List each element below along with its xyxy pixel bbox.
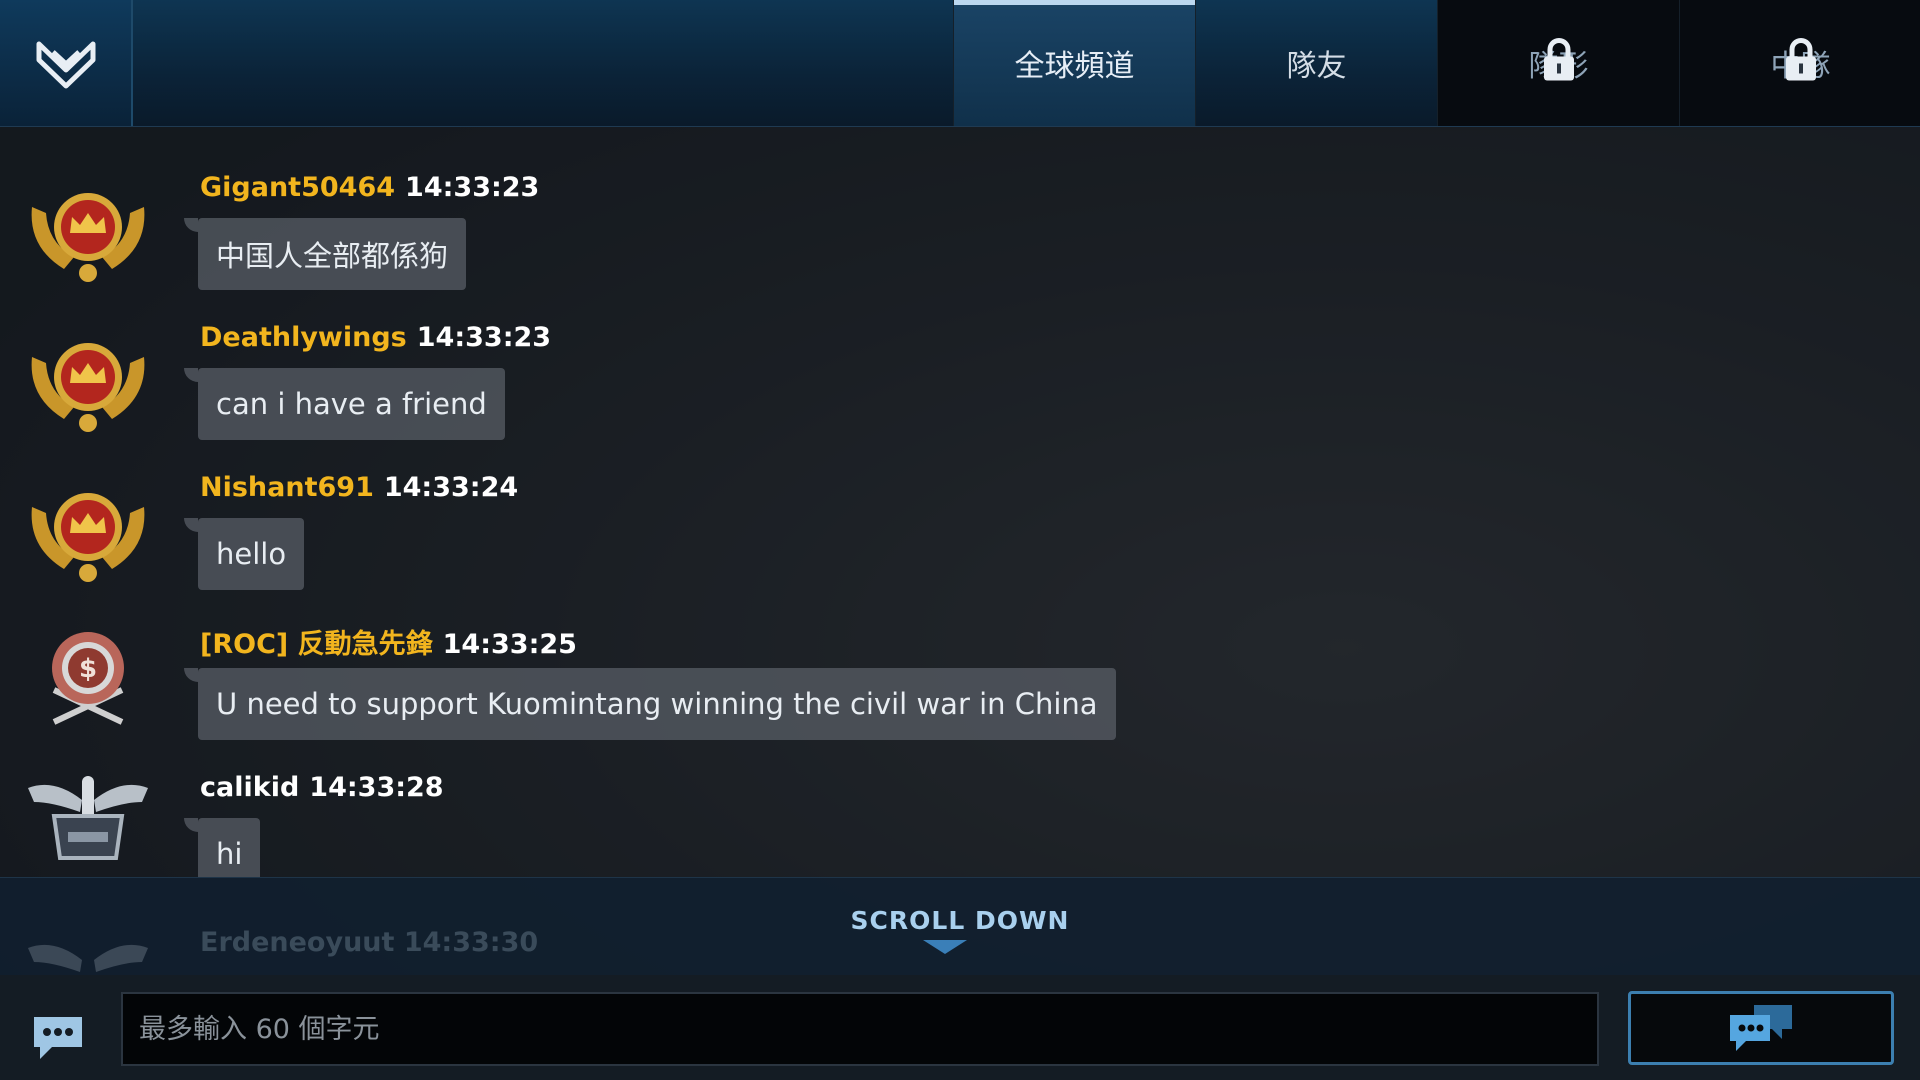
timestamp: 14:33:24 <box>383 472 519 503</box>
message-text: hi <box>216 837 243 871</box>
tab-label: 隊友 <box>1286 49 1347 84</box>
message-header: Gigant50464 14:33:23 <box>200 172 539 203</box>
chat-message: Gigant50464 14:33:23 中国人全部都係狗 <box>0 172 1200 322</box>
message-text: hello <box>216 537 287 571</box>
chat-input-bar <box>0 975 1920 1080</box>
scroll-down-label[interactable]: SCROLL DOWN <box>0 906 1920 935</box>
message-bubble: hi <box>183 818 261 877</box>
gold-crown-emblem-icon <box>31 343 145 432</box>
send-button[interactable] <box>1628 991 1894 1065</box>
svg-text:$: $ <box>79 654 97 684</box>
chat-message-list[interactable]: Gigant50464 14:33:23 中国人全部都係狗 Deathlywing… <box>0 127 1920 877</box>
message-bubble: U need to support Kuomintang winning the… <box>184 668 1116 740</box>
message-bubble: can i have a friend <box>184 368 505 440</box>
message-header: calikid 14:33:28 <box>200 772 444 803</box>
chat-message: calikid 14:33:28 hi <box>0 772 1200 877</box>
silver-winged-bullet-icon <box>28 776 148 860</box>
arrow-down-icon[interactable] <box>923 940 967 954</box>
gold-crown-emblem-icon <box>31 493 145 582</box>
bronze-dollar-medal-icon: $ <box>52 632 124 725</box>
message-bubble: 中国人全部都係狗 <box>183 218 467 290</box>
tab-squadron[interactable]: 中隊 <box>1679 0 1920 126</box>
silver-winged-bullet-icon <box>28 944 148 972</box>
chevron-down-icon <box>36 41 95 89</box>
tab-formation[interactable]: 隊形 <box>1437 0 1679 126</box>
username[interactable]: Nishant691 <box>200 472 374 503</box>
gold-crown-emblem-icon <box>31 193 145 282</box>
message-header: Nishant691 14:33:24 <box>200 472 518 503</box>
top-bar: 全球頻道 隊友 隊形 中隊 <box>0 0 1920 127</box>
message-bubble: hello <box>183 518 305 590</box>
message-header: [ROC] 反動急先鋒 14:33:25 <box>200 622 577 661</box>
scroll-down-bar[interactable]: Erdeneoyuut 14:33:30 SCROLL DOWN <box>0 877 1920 976</box>
tab-teammates[interactable]: 隊友 <box>1195 0 1437 126</box>
timestamp: 14:33:25 <box>442 629 577 660</box>
message-header: Deathlywings 14:33:23 <box>200 322 551 353</box>
channel-tabs: 全球頻道 隊友 隊形 中隊 <box>953 0 1920 126</box>
tab-label: 全球頻道 <box>1014 49 1135 84</box>
send-chat-icon <box>1730 1005 1792 1051</box>
username[interactable]: calikid <box>200 772 299 803</box>
chat-bubble-icon <box>34 1017 82 1059</box>
username[interactable]: Deathlywings <box>200 322 407 353</box>
chat-message: Nishant691 14:33:24 hello <box>0 472 1200 622</box>
timestamp: 14:33:23 <box>405 172 540 203</box>
chat-message: Deathlywings 14:33:23 can i have a friend <box>0 322 1200 472</box>
timestamp: 14:33:23 <box>416 322 552 353</box>
message-text: U need to support Kuomintang winning the… <box>216 687 1098 721</box>
username[interactable]: Gigant50464 <box>200 172 395 203</box>
chat-message: $ [ROC] 反動急先鋒 14:33:25 U need to support … <box>0 622 1200 772</box>
username[interactable]: [ROC] 反動急先鋒 <box>200 629 433 660</box>
message-text: can i have a friend <box>216 387 487 421</box>
collapse-menu-button[interactable] <box>0 0 133 126</box>
message-input[interactable] <box>121 992 1599 1066</box>
timestamp: 14:33:28 <box>309 772 444 803</box>
lock-icon <box>1785 38 1816 81</box>
tab-global-channel[interactable]: 全球頻道 <box>953 0 1195 126</box>
message-text: 中国人全部都係狗 <box>216 239 449 273</box>
lock-icon <box>1543 38 1574 81</box>
